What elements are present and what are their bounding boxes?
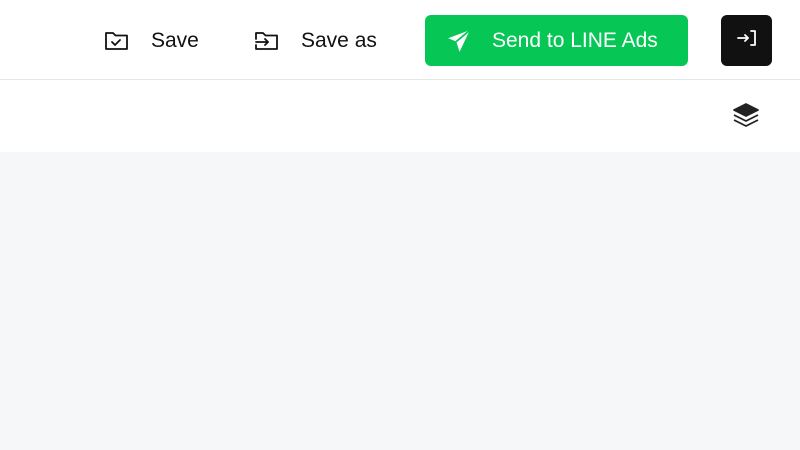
save-button[interactable]: Save xyxy=(103,15,199,66)
save-as-label: Save as xyxy=(301,28,377,52)
send-to-line-ads-button[interactable]: Send to LINE Ads xyxy=(425,15,688,66)
layers-button[interactable] xyxy=(731,102,761,132)
save-as-button[interactable]: Save as xyxy=(253,15,377,66)
exit-arrow-icon xyxy=(736,27,758,54)
layers-icon xyxy=(732,101,760,134)
exit-button[interactable] xyxy=(721,15,772,66)
top-bar: Save Save as Send to LINE Ads xyxy=(0,0,800,80)
folder-import-icon xyxy=(253,27,281,55)
folder-check-icon xyxy=(103,27,131,55)
paper-plane-icon xyxy=(445,27,473,55)
canvas-area xyxy=(0,152,800,450)
save-label: Save xyxy=(151,28,199,52)
send-label: Send to LINE Ads xyxy=(492,28,658,52)
secondary-toolbar xyxy=(0,80,800,152)
